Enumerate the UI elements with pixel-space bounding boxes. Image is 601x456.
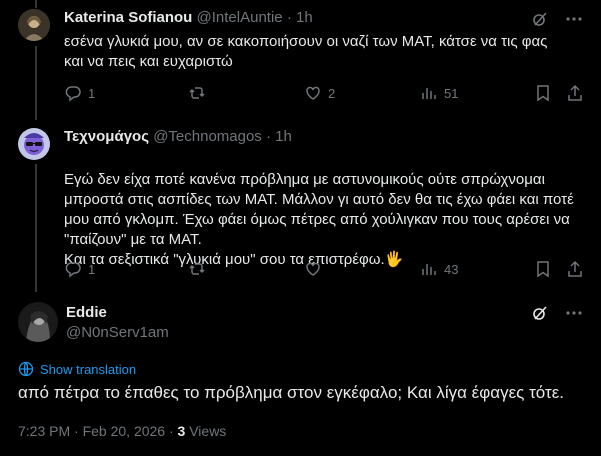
post-katerina[interactable]: Katerina Sofianou @IntelAuntie · 1h εσέν… — [0, 0, 601, 120]
views-label: Views — [189, 423, 227, 439]
post-technomagos[interactable]: Τεχνομάγος @Technomagos · 1h Εγώ δεν είχ… — [0, 0, 601, 292]
more-icon[interactable] — [565, 10, 583, 28]
avatar[interactable] — [18, 128, 50, 160]
bookmark-icon — [537, 261, 549, 278]
bookmark-button[interactable] — [534, 84, 552, 102]
bookmark-icon — [537, 85, 549, 102]
reply-count: 1 — [88, 85, 96, 101]
author-name[interactable]: Eddie — [66, 304, 169, 321]
post-top-icons — [531, 10, 583, 28]
post-actions: 1 2 51 — [64, 84, 584, 104]
thread-line — [35, 0, 37, 8]
repost-button[interactable] — [188, 84, 212, 102]
post-header: Eddie @N0nServ1am — [66, 304, 169, 341]
views-count: 3 — [177, 423, 186, 439]
reply-count: 1 — [88, 261, 96, 277]
share-button[interactable] — [566, 84, 584, 102]
post-timestamp[interactable]: 7:23 PM · Feb 20, 2026 · — [18, 423, 174, 439]
reply-icon — [65, 262, 81, 278]
translate-icon — [18, 361, 34, 377]
share-icon — [568, 260, 582, 277]
post-text: Εγώ δεν είχα ποτέ κανένα πρόβλημα με αστ… — [64, 150, 574, 270]
show-translation-label: Show translation — [40, 361, 137, 377]
views-icon — [422, 264, 436, 275]
more-icon[interactable] — [565, 304, 583, 322]
like-icon — [306, 262, 320, 276]
repost-icon — [189, 263, 205, 275]
post-meta: 7:23 PM · Feb 20, 2026 · 3 Views — [18, 423, 226, 439]
post-top-icons — [531, 304, 583, 322]
thread-line — [35, 46, 37, 120]
show-translation-link[interactable]: Show translation — [18, 361, 136, 377]
grok-icon[interactable] — [531, 10, 549, 28]
author-name[interactable]: Katerina Sofianou — [64, 9, 192, 26]
main-post-text: από πέτρα το έπαθες το πρόβλημα στον εγκ… — [18, 383, 565, 402]
like-icon — [306, 86, 320, 100]
reply-button[interactable]: 1 — [64, 84, 95, 102]
thread-line — [35, 164, 37, 292]
views-button[interactable]: 43 — [420, 260, 458, 278]
share-button[interactable] — [566, 260, 584, 278]
author-name[interactable]: Τεχνομάγος — [64, 128, 149, 145]
views-count: 43 — [444, 261, 459, 277]
repost-icon — [189, 87, 205, 99]
reply-button[interactable]: 1 — [64, 260, 95, 278]
views-count: 51 — [444, 85, 459, 101]
avatar[interactable] — [18, 9, 50, 41]
post-header: Τεχνομάγος @Technomagos · 1h — [64, 128, 292, 145]
separator: · — [286, 9, 292, 26]
post-header: Katerina Sofianou @IntelAuntie · 1h — [64, 9, 313, 26]
author-handle[interactable]: @IntelAuntie — [197, 9, 283, 26]
post-text-content: Εγώ δεν είχα ποτέ κανένα πρόβλημα με αστ… — [64, 171, 574, 268]
avatar[interactable] — [18, 302, 58, 342]
views-button[interactable]: 51 — [420, 84, 458, 102]
author-handle[interactable]: @N0nServ1am — [66, 324, 169, 341]
post-time[interactable]: 1h — [275, 128, 292, 145]
post-time[interactable]: 1h — [296, 9, 313, 26]
reply-icon — [65, 86, 81, 102]
grok-icon[interactable] — [531, 304, 549, 322]
post-text: εσένα γλυκιά μου, αν σε κακοποιήσουν οι … — [64, 33, 548, 70]
author-handle[interactable]: @Technomagos — [153, 128, 262, 145]
like-button[interactable] — [304, 260, 328, 278]
like-count: 2 — [328, 85, 336, 101]
separator: · — [265, 128, 271, 145]
like-button[interactable]: 2 — [304, 84, 335, 102]
share-icon — [568, 84, 582, 101]
views-icon — [422, 88, 436, 99]
repost-button[interactable] — [188, 260, 212, 278]
post-actions: 1 43 — [64, 260, 584, 280]
bookmark-button[interactable] — [534, 260, 552, 278]
